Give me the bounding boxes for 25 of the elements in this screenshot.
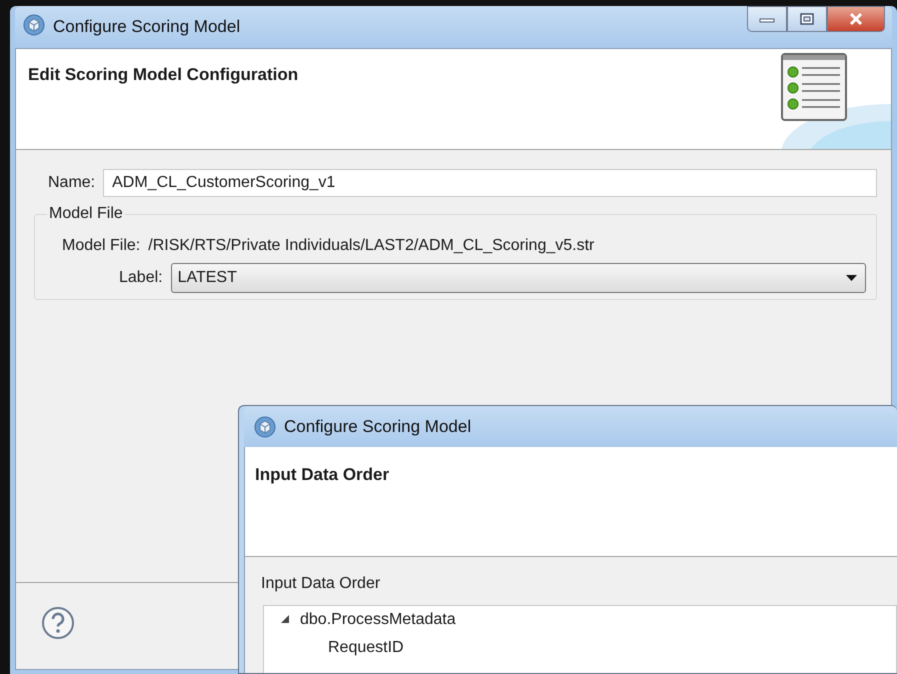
label-dropdown[interactable]: LATEST — [170, 263, 866, 293]
checklist-icon — [781, 53, 847, 121]
minimize-button[interactable] — [747, 6, 787, 32]
window-title: Configure Scoring Model — [284, 416, 472, 436]
group-title: Model File — [48, 205, 124, 223]
field-label: Name: — [48, 174, 96, 192]
help-button[interactable] — [41, 606, 75, 640]
maximize-button[interactable] — [787, 6, 827, 32]
field-label: Label: — [119, 269, 163, 287]
window-title: Configure Scoring Model — [53, 16, 242, 37]
field-label: Model File: — [62, 237, 140, 255]
file-path: /RISK/RTS/Private Individuals/LAST2/ADM_CL_Scoring_v5.str — [148, 237, 594, 255]
expanded-arrow-icon[interactable] — [280, 614, 290, 624]
dropdown-arrow-icon — [846, 275, 857, 281]
tree-item[interactable]: dbo.ProcessMetadata — [300, 611, 456, 629]
name-field[interactable]: ADM_CL_CustomerScoring_v1 — [103, 169, 877, 197]
app-icon — [23, 14, 45, 36]
maximize-icon — [800, 13, 814, 25]
close-button[interactable] — [827, 6, 885, 32]
tree-item[interactable]: RequestID — [328, 639, 404, 657]
header-title: Input Data Order — [255, 465, 390, 485]
header-title: Edit Scoring Model Configuration — [28, 65, 300, 85]
close-icon — [848, 12, 864, 26]
app-icon — [254, 416, 276, 438]
section-label: Input Data Order — [260, 574, 382, 593]
